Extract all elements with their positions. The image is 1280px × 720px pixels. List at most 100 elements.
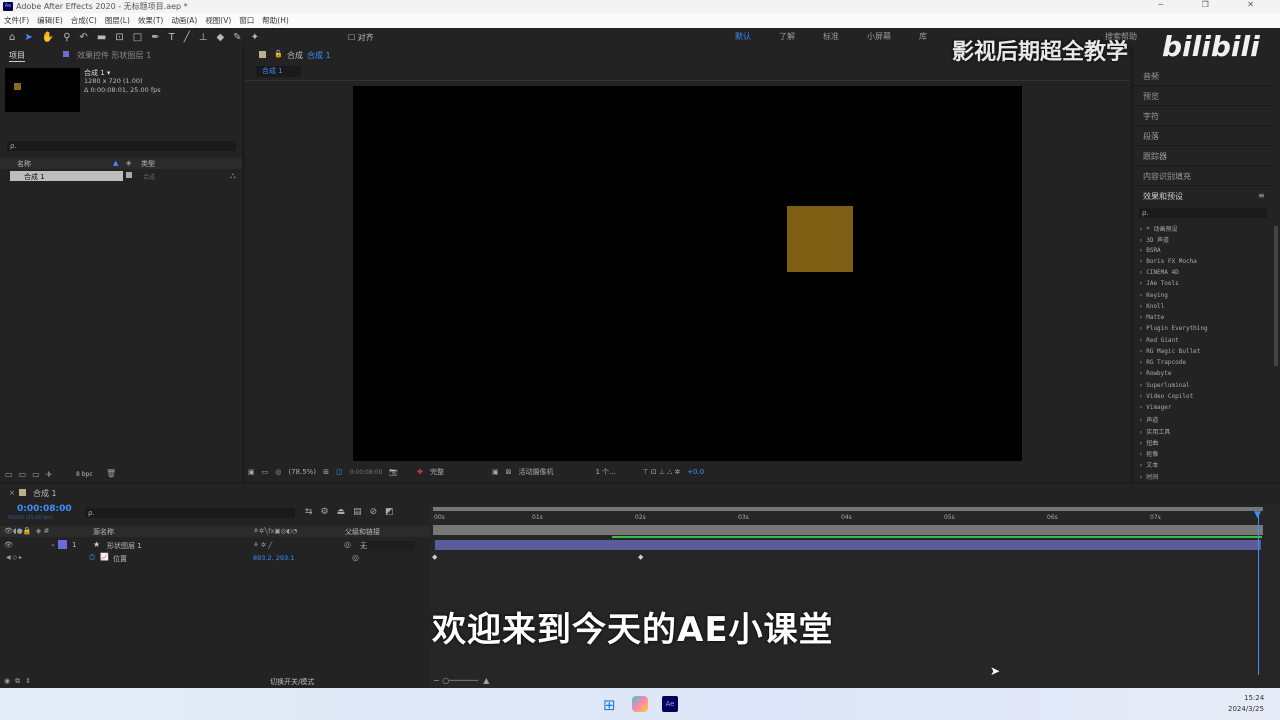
- viewer-breadcrumb[interactable]: 合成 1: [256, 66, 301, 77]
- monitor-icon[interactable]: ▭: [262, 468, 269, 476]
- pan-behind-tool-icon[interactable]: ⊡: [115, 32, 123, 43]
- keyframe-nav[interactable]: ◀ ◇ ▸: [6, 554, 22, 561]
- panel-preview[interactable]: 预览: [1143, 91, 1159, 102]
- visibility-toggle-icon[interactable]: 👁: [4, 541, 13, 549]
- effect-category[interactable]: › BSRA: [1139, 247, 1161, 254]
- effect-category[interactable]: › Vimager: [1139, 404, 1172, 411]
- mask-icon[interactable]: ◎: [275, 468, 281, 476]
- effect-category[interactable]: › JAe Tools: [1139, 280, 1179, 287]
- timeline-switch-icons[interactable]: ⇆⚙⏏▤⊘◩: [305, 507, 402, 517]
- layer-duration-bar[interactable]: [435, 540, 1261, 550]
- workspace-library[interactable]: 库: [919, 28, 927, 46]
- copilot-icon[interactable]: [632, 696, 648, 712]
- quality-dropdown[interactable]: 完整: [430, 467, 485, 477]
- viewer-timecode[interactable]: 0:00:08:00: [350, 469, 383, 476]
- work-area-bar[interactable]: [433, 525, 1263, 535]
- hand-tool-icon[interactable]: ✋: [42, 32, 54, 43]
- roto-brush-tool-icon[interactable]: ✎: [233, 32, 241, 43]
- effect-category[interactable]: › 时间: [1139, 472, 1158, 481]
- menu-view[interactable]: 视图(V): [205, 13, 231, 28]
- clock-time[interactable]: 15:24: [1244, 694, 1264, 702]
- menu-animation[interactable]: 动画(A): [171, 13, 197, 28]
- zoom-dropdown[interactable]: (78.5%): [288, 468, 316, 476]
- zoom-tool-icon[interactable]: ⚲: [63, 32, 70, 43]
- effect-category[interactable]: › Plugin Everything: [1139, 325, 1208, 332]
- transparency-grid-icon[interactable]: ◫: [336, 468, 343, 476]
- effect-category[interactable]: › CINEMA 4D: [1139, 269, 1179, 276]
- puppet-pin-tool-icon[interactable]: ✦: [251, 32, 259, 43]
- after-effects-taskbar-icon[interactable]: Ae: [662, 696, 678, 712]
- parent-dropdown[interactable]: 无: [360, 541, 415, 551]
- panel-audio[interactable]: 音频: [1143, 71, 1159, 82]
- effect-category[interactable]: › Boris FX Mocha: [1139, 258, 1197, 265]
- rotate-tool-icon[interactable]: ↶: [80, 32, 88, 43]
- shape-layer-square[interactable]: [787, 206, 853, 272]
- trash-icon[interactable]: 🗑: [106, 469, 116, 478]
- menu-edit[interactable]: 编辑(E): [37, 13, 63, 28]
- panel-paragraph[interactable]: 段落: [1143, 131, 1159, 142]
- view-options-icons[interactable]: ⊤ ⊡ ⊥ ⛬ ✲: [642, 468, 680, 477]
- eraser-tool-icon[interactable]: ◆: [216, 32, 224, 43]
- camera-dropdown[interactable]: 活动摄像机: [518, 467, 588, 477]
- workspace-learn[interactable]: 了解: [779, 28, 795, 46]
- tab-project[interactable]: 项目: [9, 50, 25, 62]
- workspace-small-screen[interactable]: 小屏幕: [867, 28, 891, 46]
- always-preview-icon[interactable]: ▣: [248, 468, 255, 476]
- panel-menu-icon[interactable]: ≡: [1258, 191, 1265, 200]
- home-icon[interactable]: ⌂: [9, 32, 15, 43]
- menu-effect[interactable]: 效果(T): [138, 13, 163, 28]
- clone-stamp-tool-icon[interactable]: ⊥: [199, 32, 208, 43]
- viewer-tab-comp[interactable]: 合成 1: [307, 50, 331, 61]
- effect-category[interactable]: › 声道: [1139, 415, 1158, 424]
- effect-category[interactable]: › Rowbyte: [1139, 370, 1172, 377]
- menu-layer[interactable]: 图层(L): [105, 13, 130, 28]
- sort-icon[interactable]: ▲: [113, 159, 118, 167]
- effect-category[interactable]: › 文本: [1139, 460, 1158, 469]
- playhead-handle[interactable]: ▼: [1254, 510, 1261, 520]
- workspace-default[interactable]: 默认: [735, 28, 751, 46]
- close-tab-icon[interactable]: ×: [9, 489, 15, 497]
- col-source-name[interactable]: 源名称: [93, 527, 114, 537]
- effect-category[interactable]: › Knoll: [1139, 303, 1164, 310]
- workspace-standard[interactable]: 标准: [823, 28, 839, 46]
- layer-switches[interactable]: ⚘ ✲ ╱: [253, 541, 272, 549]
- clock-date[interactable]: 2024/3/25: [1228, 705, 1264, 713]
- timeline-tab[interactable]: 合成 1: [33, 488, 57, 499]
- rectangle-tool-icon[interactable]: □: [133, 32, 142, 43]
- graph-icon[interactable]: 📈: [100, 553, 109, 561]
- panel-character[interactable]: 字符: [1143, 111, 1159, 122]
- panel-content-aware-fill[interactable]: 内容识别填充: [1143, 171, 1191, 182]
- menu-composition[interactable]: 合成(C): [71, 13, 97, 28]
- pickwhip-icon[interactable]: ◎: [344, 540, 351, 549]
- effect-category[interactable]: › Red Giant: [1139, 337, 1179, 344]
- effect-category[interactable]: › Superluminal: [1139, 382, 1190, 389]
- col-name[interactable]: 名称: [17, 159, 31, 169]
- effect-category[interactable]: › 实用工具: [1139, 427, 1170, 436]
- effects-search-input[interactable]: ρ.: [1139, 208, 1267, 218]
- effect-category[interactable]: › 扭曲: [1139, 438, 1158, 447]
- snap-checkbox[interactable]: ☐ 对齐: [348, 32, 374, 43]
- bpc-label[interactable]: 8 bpc: [76, 471, 93, 478]
- exposure-value[interactable]: +0.0: [687, 468, 704, 476]
- project-search-input[interactable]: ρ.: [7, 141, 236, 151]
- effect-category[interactable]: › 抠像: [1139, 449, 1158, 458]
- menu-file[interactable]: 文件(F): [4, 13, 29, 28]
- effect-category[interactable]: › Keying: [1139, 292, 1168, 299]
- scrollbar[interactable]: [1274, 226, 1278, 366]
- menu-help[interactable]: 帮助(H): [262, 13, 289, 28]
- flowchart-icon[interactable]: ⛬: [230, 171, 236, 181]
- composition-canvas[interactable]: [353, 86, 1022, 461]
- property-value[interactable]: 893.2, 293.1: [253, 554, 294, 562]
- stopwatch-icon[interactable]: ⏱: [89, 553, 95, 563]
- timeline-search-input[interactable]: ρ.: [85, 508, 295, 518]
- type-tool-icon[interactable]: T: [169, 32, 175, 43]
- menu-window[interactable]: 窗口: [239, 13, 254, 28]
- effects-presets-title[interactable]: 效果和预设: [1143, 191, 1183, 202]
- panel-tracker[interactable]: 跟踪器: [1143, 151, 1167, 162]
- col-type[interactable]: 类型: [141, 159, 155, 169]
- snapshot-icon[interactable]: 📷: [389, 468, 398, 476]
- effect-category[interactable]: › Video Copilot: [1139, 393, 1193, 400]
- lock-icon[interactable]: 🔓: [274, 50, 283, 58]
- effect-category[interactable]: › RG Magic Bullet: [1139, 348, 1200, 355]
- time-navigator[interactable]: [433, 507, 1263, 511]
